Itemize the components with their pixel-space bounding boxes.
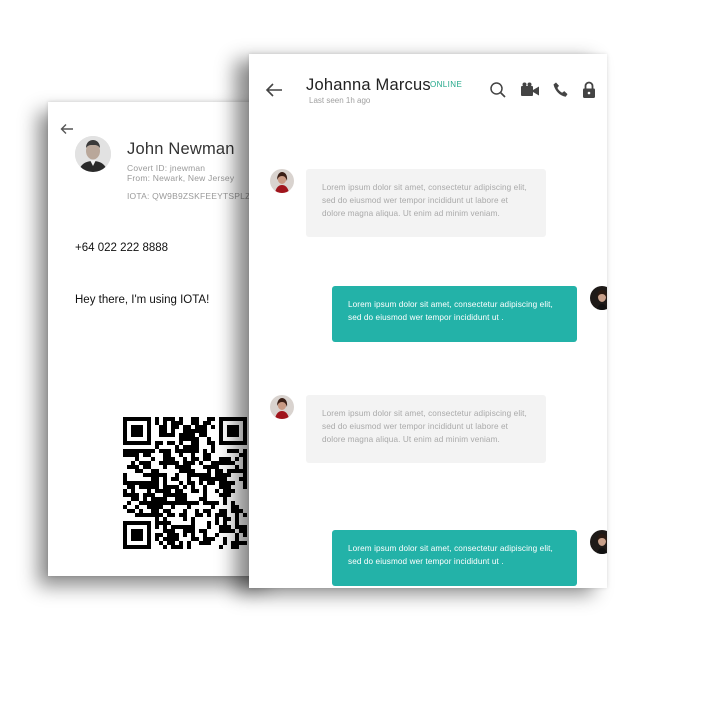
outgoing-message: Lorem ipsum dolor sit amet, consectetur … [332,530,577,586]
profile-avatar [75,136,111,172]
user-avatar [590,530,607,554]
profile-location: From: Newark, New Jersey [127,173,235,183]
profile-phone: +64 022 222 8888 [75,242,169,254]
incoming-message: Lorem ipsum dolor sit amet, consectetur … [306,169,546,237]
contact-avatar [270,395,294,419]
contact-profile-card: John Newman Covert ID: jnewman From: New… [48,102,278,576]
profile-name: John Newman [127,140,235,158]
search-icon[interactable] [489,81,507,99]
user-avatar [590,286,607,310]
back-arrow-icon[interactable] [60,122,74,136]
incoming-message: Lorem ipsum dolor sit amet, consectetur … [306,395,546,463]
last-seen-text: Last seen 1h ago [309,96,371,105]
chat-contact-name: Johanna Marcus [306,76,431,94]
video-camera-icon[interactable] [520,81,539,99]
back-arrow-icon[interactable] [265,82,283,98]
phone-icon[interactable] [552,81,570,99]
chat-panel: Johanna Marcus ONLINE Last seen 1h ago L… [249,54,607,588]
online-status-badge: ONLINE [430,80,463,89]
lock-icon[interactable] [581,81,599,99]
qr-code [123,416,247,550]
outgoing-message: Lorem ipsum dolor sit amet, consectetur … [332,286,577,342]
profile-status-message: Hey there, I'm using IOTA! [75,294,210,306]
profile-iota-address: IOTA: QW9B9ZSKFEEYTSPLZ [127,191,251,201]
contact-avatar [270,169,294,193]
profile-covert-id: Covert ID: jnewman [127,163,206,173]
